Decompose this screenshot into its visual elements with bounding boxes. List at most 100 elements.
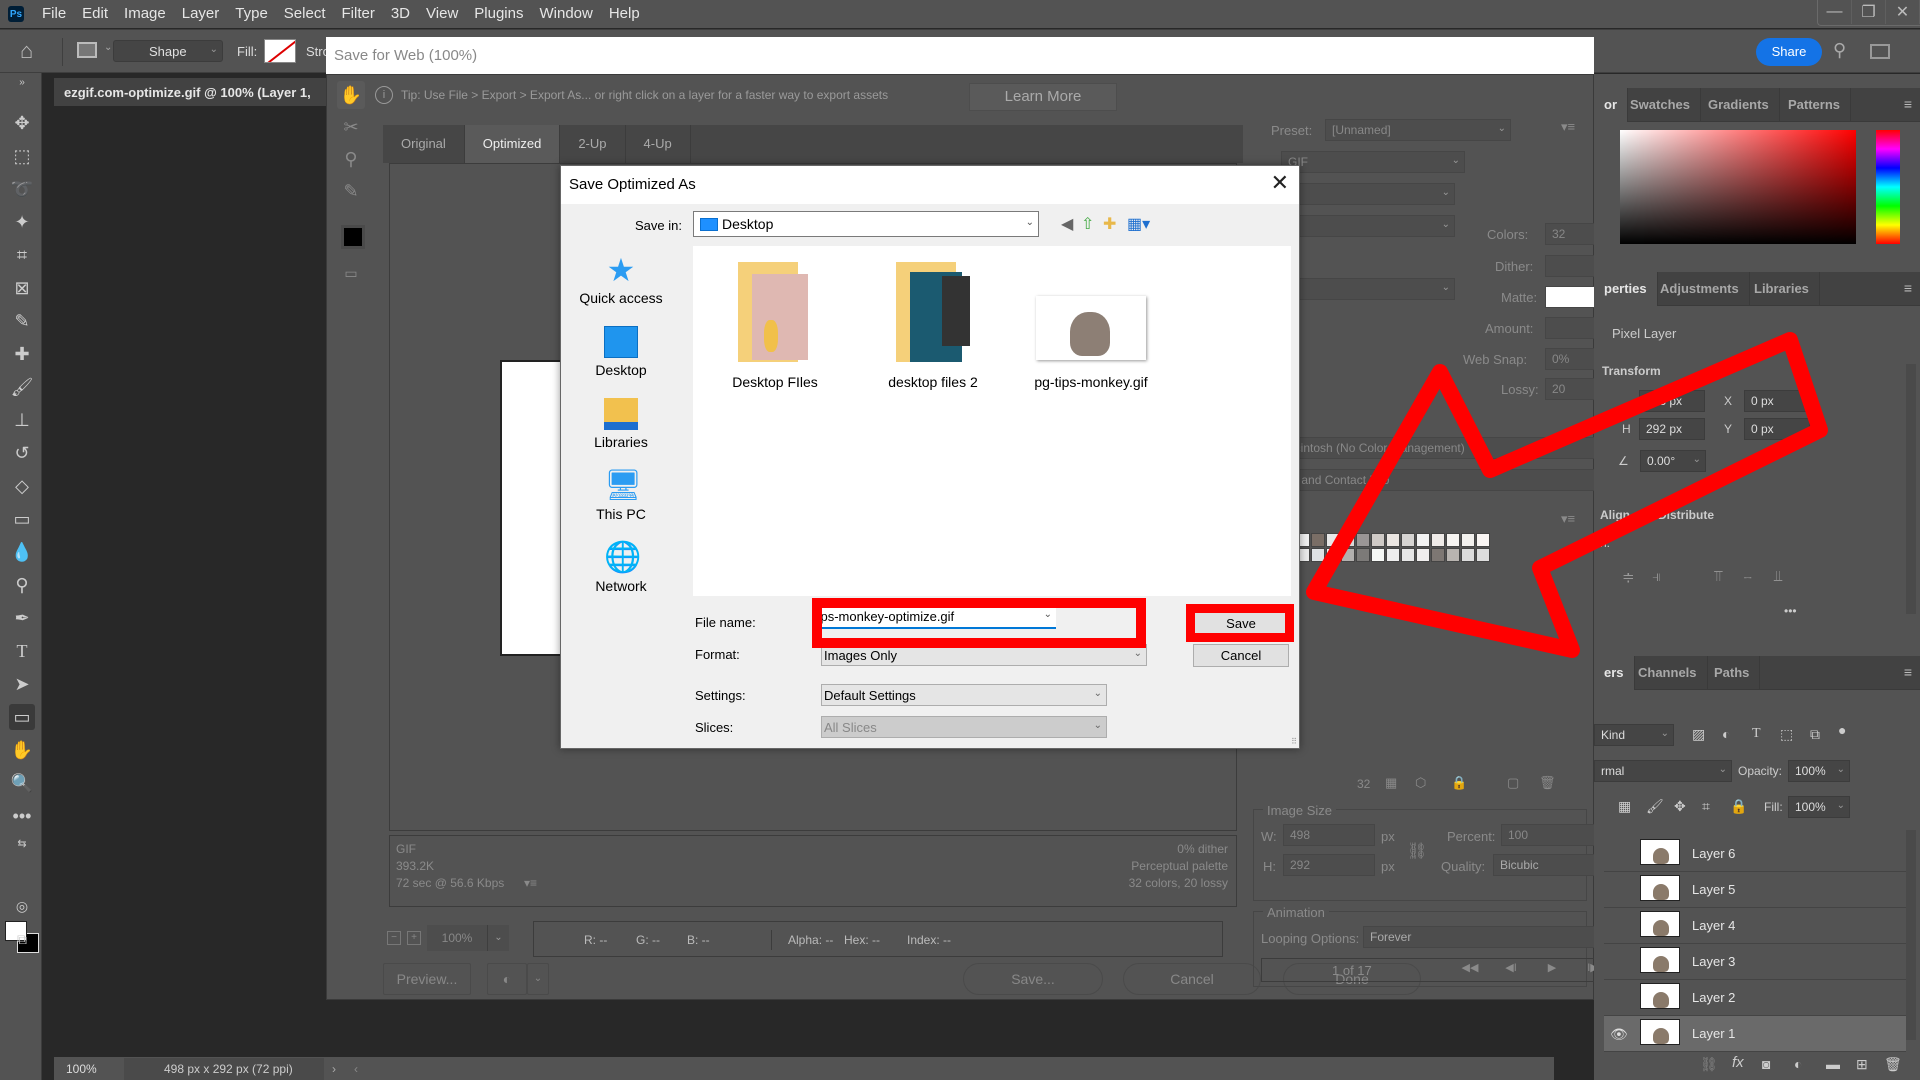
- menu-view[interactable]: View: [418, 0, 466, 28]
- menu-help[interactable]: Help: [601, 0, 648, 28]
- close-icon[interactable]: ✕: [1271, 170, 1289, 196]
- menu-edit[interactable]: Edit: [74, 0, 116, 28]
- zoom-in-button[interactable]: +: [407, 931, 421, 945]
- toggle-slices-icon[interactable]: ▭: [337, 259, 365, 287]
- color-table-swatch[interactable]: [1431, 548, 1445, 562]
- preview-button[interactable]: Preview...: [383, 963, 471, 995]
- filter-smart-object-icon[interactable]: ⧉: [1810, 726, 1820, 743]
- layer-row[interactable]: Layer 6: [1604, 836, 1906, 872]
- frame-tool-icon[interactable]: ⊠: [9, 275, 35, 301]
- place-quick-access[interactable]: ★ Quick access: [569, 254, 673, 306]
- format-select[interactable]: Images Only ⌄: [821, 644, 1147, 666]
- crop-tool-icon[interactable]: ⌗: [9, 242, 35, 268]
- fx-icon[interactable]: fx: [1732, 1054, 1744, 1071]
- blend-mode-select[interactable]: rmal ⌄: [1594, 760, 1732, 782]
- color-table-swatch[interactable]: [1311, 533, 1325, 547]
- dither-algorithm-select[interactable]: ⌄: [1281, 215, 1455, 237]
- hue-slider[interactable]: [1876, 130, 1900, 244]
- height-field[interactable]: 292: [1283, 854, 1375, 876]
- menu-type[interactable]: Type: [227, 0, 276, 28]
- hand-tool-icon[interactable]: ✋: [9, 737, 35, 763]
- color-table-swatch[interactable]: [1326, 533, 1340, 547]
- color-table-swatch[interactable]: [1341, 548, 1355, 562]
- new-layer-icon[interactable]: ⊞: [1856, 1056, 1868, 1073]
- file-name-input[interactable]: tips-monkey-optimize.gif ⌄: [812, 605, 1056, 629]
- tab-gradients[interactable]: Gradients: [1698, 88, 1780, 122]
- reduction-select[interactable]: ⌄: [1281, 183, 1455, 205]
- tool-mode-select[interactable]: Shape ⌄: [113, 40, 223, 62]
- new-color-icon[interactable]: ▢: [1507, 775, 1519, 791]
- color-table-swatch[interactable]: [1476, 548, 1490, 562]
- stamp-tool-icon[interactable]: ⊥: [9, 407, 35, 433]
- layers-scrollbar[interactable]: [1906, 830, 1916, 1040]
- gradient-tool-icon[interactable]: ▭: [9, 506, 35, 532]
- x-field[interactable]: 0 px: [1744, 390, 1810, 412]
- settings-select[interactable]: Default Settings ⌄: [821, 684, 1107, 706]
- file-item-image[interactable]: pg-tips-monkey.gif: [1021, 262, 1161, 390]
- delete-color-icon[interactable]: 🗑: [1539, 775, 1556, 791]
- lasso-tool-icon[interactable]: ➰: [9, 176, 35, 202]
- layer-row[interactable]: Layer 3: [1604, 944, 1906, 980]
- filter-adjustment-icon[interactable]: ◐: [1722, 726, 1730, 742]
- panel-menu-icon[interactable]: ≡: [1904, 664, 1912, 680]
- eyedropper-tool-icon[interactable]: ✎: [9, 308, 35, 334]
- close-window-button[interactable]: ✕: [1886, 0, 1920, 24]
- add-mask-icon[interactable]: ◙: [1762, 1056, 1770, 1072]
- sfw-save-button[interactable]: Save...: [963, 963, 1103, 995]
- place-network[interactable]: 🌐 Network: [569, 542, 673, 595]
- more-options-icon[interactable]: •••: [1784, 604, 1797, 618]
- view-menu-icon[interactable]: ▦▾: [1127, 214, 1150, 234]
- menu-filter[interactable]: Filter: [334, 0, 383, 28]
- share-button[interactable]: Share: [1756, 38, 1822, 66]
- align-top-icon[interactable]: ⫪: [1714, 568, 1722, 585]
- workspace-icon[interactable]: [1870, 44, 1890, 59]
- collapse-icon[interactable]: »: [9, 77, 35, 89]
- chevron-right-icon[interactable]: ›: [332, 1062, 336, 1076]
- tab-swatches[interactable]: Swatches: [1620, 88, 1701, 122]
- layer-row[interactable]: Layer 5: [1604, 872, 1906, 908]
- layer-row[interactable]: Layer 2: [1604, 980, 1906, 1016]
- menu-window[interactable]: Window: [531, 0, 600, 28]
- align-bottom-icon[interactable]: ⫫: [1774, 568, 1782, 585]
- color-table-swatch[interactable]: [1461, 533, 1475, 547]
- color-table-swatch[interactable]: [1476, 533, 1490, 547]
- layer-row-selected[interactable]: 👁 Layer 1: [1604, 1016, 1906, 1052]
- color-table-swatch[interactable]: [1431, 533, 1445, 547]
- format-select[interactable]: GIF ⌄: [1281, 151, 1465, 173]
- visibility-eye-icon[interactable]: 👁: [1610, 1026, 1628, 1043]
- more-tools-icon[interactable]: •••: [9, 803, 35, 829]
- file-item-folder[interactable]: desktop files 2: [863, 262, 1003, 390]
- move-tool-icon[interactable]: ✥: [9, 110, 35, 136]
- color-table-menu-icon[interactable]: ▾≡: [1561, 511, 1575, 527]
- color-table-swatch[interactable]: [1326, 548, 1340, 562]
- color-table-swatch[interactable]: [1341, 533, 1355, 547]
- chevron-down-icon[interactable]: ⌄: [104, 42, 112, 53]
- save-in-select[interactable]: Desktop ⌄: [693, 211, 1039, 237]
- cancel-button[interactable]: Cancel: [1193, 644, 1289, 667]
- hand-tool-icon[interactable]: ✋: [337, 81, 365, 109]
- color-table-swatch[interactable]: [1386, 533, 1400, 547]
- slices-select[interactable]: All Slices ⌄: [821, 716, 1107, 738]
- color-table-swatch[interactable]: [1401, 533, 1415, 547]
- align-center-h-icon[interactable]: ≑: [1622, 568, 1635, 586]
- align-middle-icon[interactable]: ⧿: [1744, 568, 1752, 585]
- chevron-down-icon[interactable]: ⌄: [487, 925, 509, 951]
- layer-filter-select[interactable]: Kind ⌄: [1594, 724, 1674, 746]
- healing-brush-tool-icon[interactable]: ✚: [9, 341, 35, 367]
- color-table-swatch[interactable]: [1311, 548, 1325, 562]
- menu-layer[interactable]: Layer: [174, 0, 228, 28]
- color-table-swatch[interactable]: [1356, 548, 1370, 562]
- lock-pixels-icon[interactable]: 🖌: [1646, 798, 1664, 815]
- width-field[interactable]: 498 px: [1639, 390, 1705, 412]
- marquee-tool-icon[interactable]: ⬚: [9, 143, 35, 169]
- back-icon[interactable]: ◀: [1061, 214, 1073, 234]
- lock-position-icon[interactable]: ✥: [1674, 798, 1686, 815]
- zoom-tool-icon[interactable]: 🔍: [9, 770, 35, 796]
- y-field[interactable]: 0 px: [1744, 418, 1810, 440]
- width-field[interactable]: 498: [1283, 824, 1375, 846]
- lock-color-icon[interactable]: 🔒: [1451, 775, 1467, 791]
- tab-4-up[interactable]: 4-Up: [626, 125, 691, 163]
- menu-image[interactable]: Image: [116, 0, 174, 28]
- tab-patterns[interactable]: Patterns: [1778, 88, 1852, 122]
- swap-colors-icon[interactable]: ⇆: [9, 831, 35, 857]
